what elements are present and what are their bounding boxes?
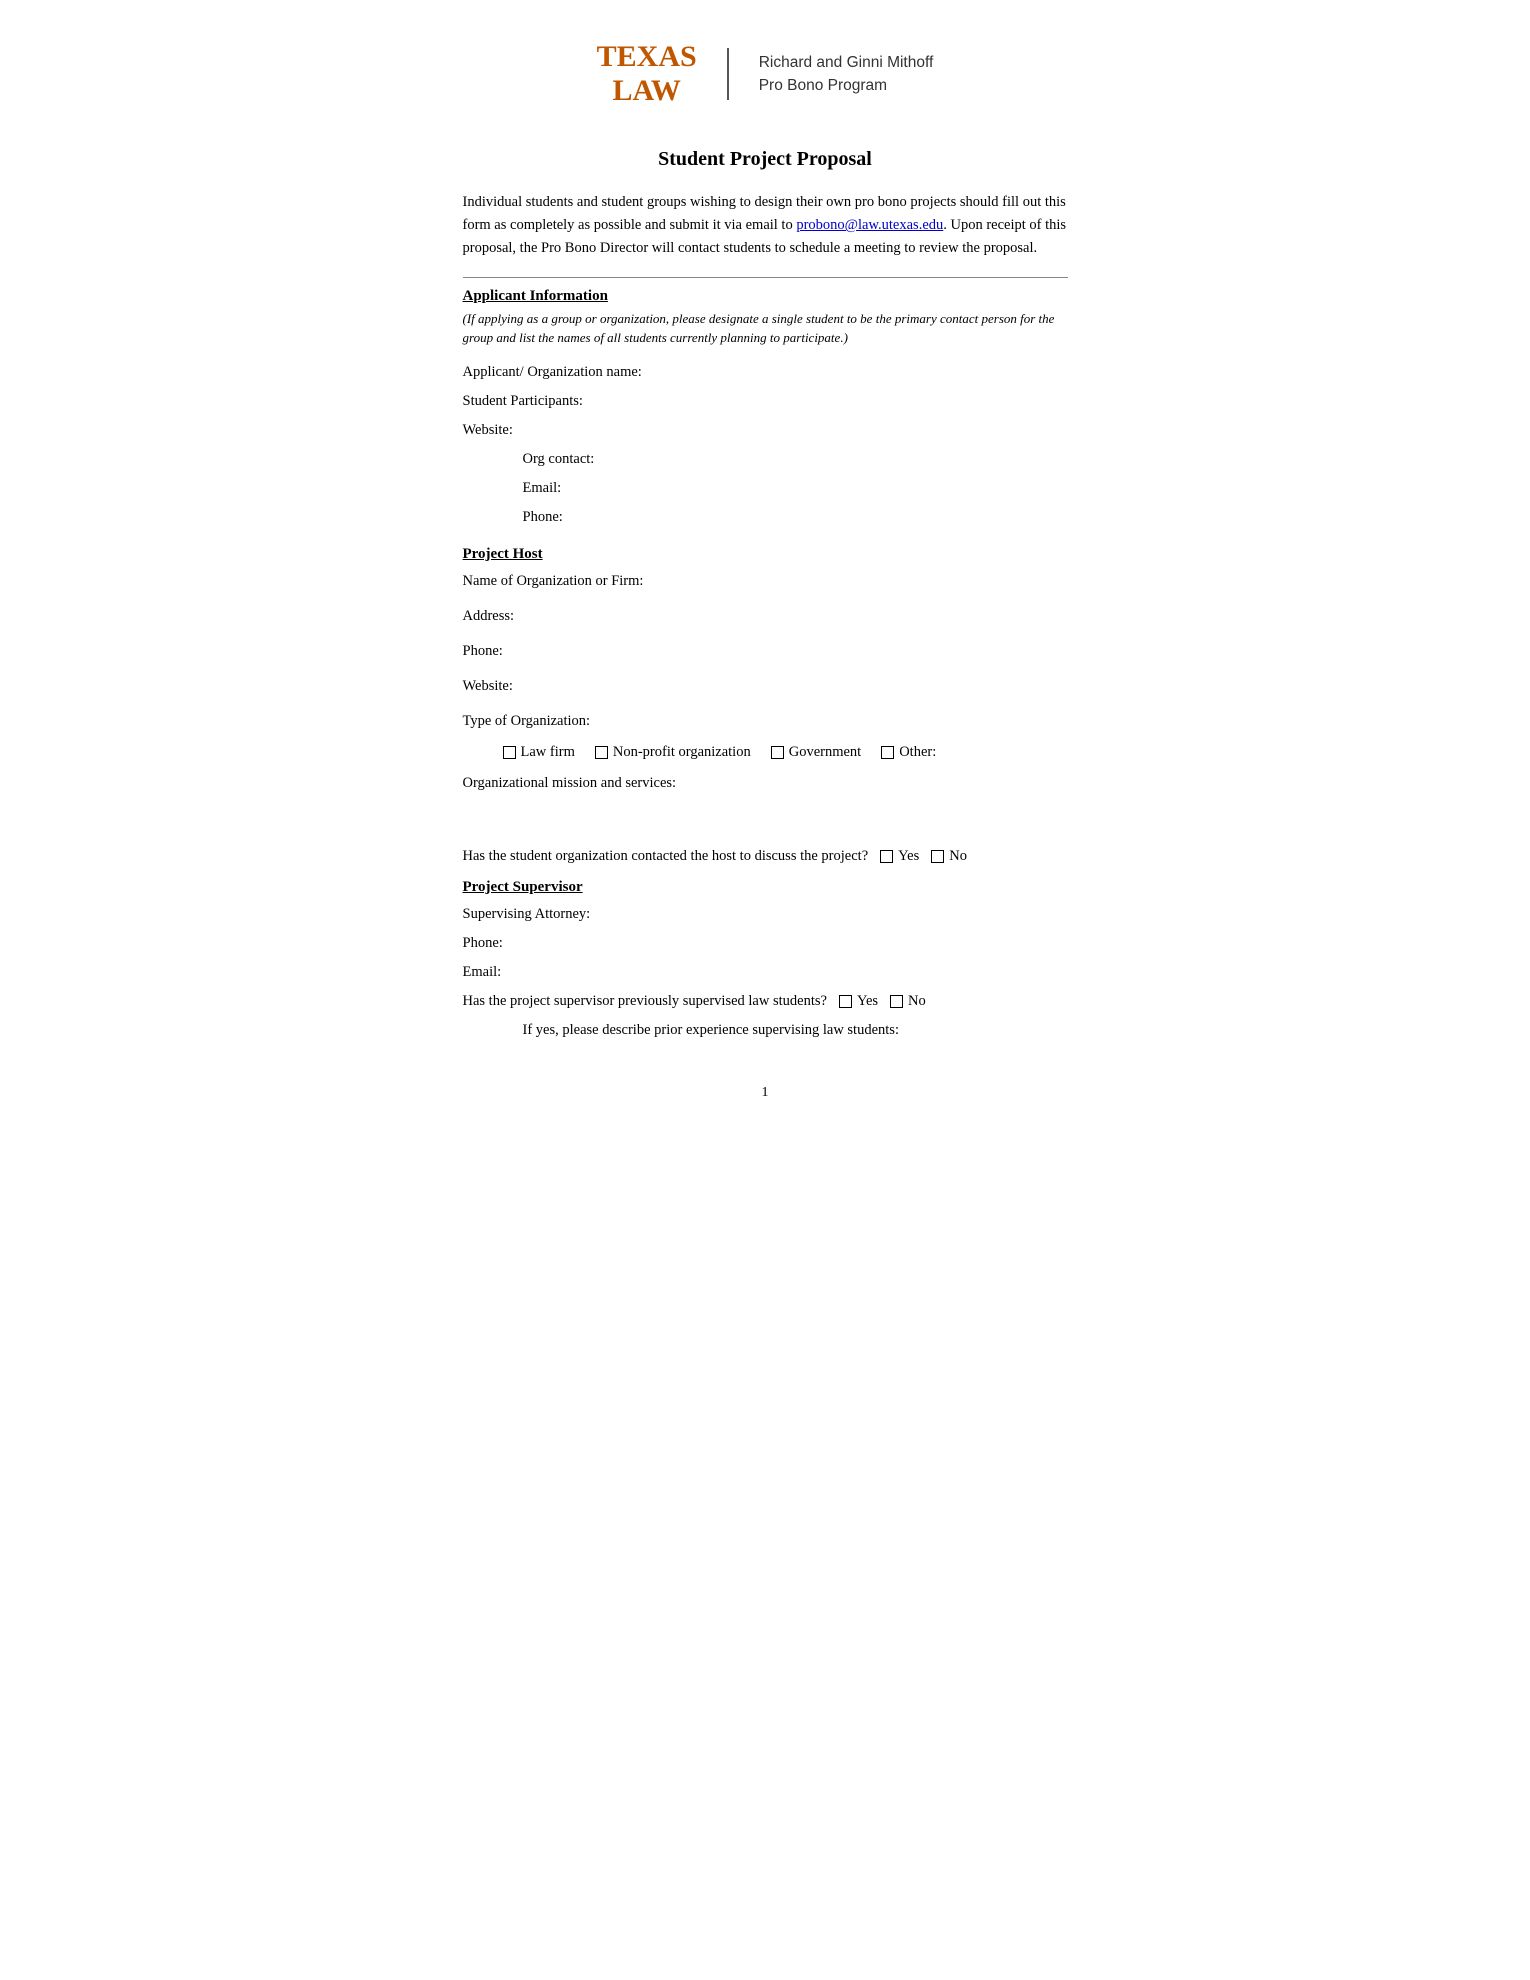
supervised-no-label: No bbox=[908, 987, 926, 1016]
contacted-no[interactable]: No bbox=[931, 848, 967, 865]
supervised-no[interactable]: No bbox=[890, 987, 926, 1016]
checkbox-law-firm-box[interactable] bbox=[503, 746, 516, 759]
applicant-subtext: (If applying as a group or organization,… bbox=[463, 309, 1068, 348]
project-supervisor-section: Project Supervisor Supervising Attorney:… bbox=[463, 879, 1068, 1045]
supervised-yes[interactable]: Yes bbox=[839, 987, 878, 1016]
checkbox-other-box[interactable] bbox=[881, 746, 894, 759]
contacted-yes-label: Yes bbox=[898, 848, 919, 865]
page-title: Student Project Proposal bbox=[463, 148, 1068, 171]
supervisor-field-attorney: Supervising Attorney: bbox=[463, 900, 1068, 929]
checkbox-law-firm[interactable]: Law firm bbox=[503, 744, 575, 761]
project-supervisor-heading: Project Supervisor bbox=[463, 879, 1068, 896]
program-line1: Richard and Ginni Mithoff bbox=[759, 51, 934, 74]
supervised-row: Has the project supervisor previously su… bbox=[463, 987, 1068, 1016]
applicant-heading: Applicant Information bbox=[463, 288, 1068, 305]
checkbox-other-label: Other: bbox=[899, 744, 936, 761]
checkbox-nonprofit-box[interactable] bbox=[595, 746, 608, 759]
contacted-yes[interactable]: Yes bbox=[880, 848, 919, 865]
contacted-no-label: No bbox=[949, 848, 967, 865]
checkbox-government-box[interactable] bbox=[771, 746, 784, 759]
host-field-address: Address: bbox=[463, 602, 1068, 631]
supervised-yes-box[interactable] bbox=[839, 995, 852, 1008]
checkbox-government-label: Government bbox=[789, 744, 861, 761]
contacted-row: Has the student organization contacted t… bbox=[463, 848, 1068, 865]
applicant-field-org-contact: Org contact: bbox=[463, 445, 1068, 474]
supervised-label: Has the project supervisor previously su… bbox=[463, 987, 827, 1016]
program-title: Richard and Ginni Mithoff Pro Bono Progr… bbox=[759, 51, 934, 98]
page-header: TEXAS LAW Richard and Ginni Mithoff Pro … bbox=[463, 40, 1068, 108]
applicant-field-org-name: Applicant/ Organization name: bbox=[463, 358, 1068, 387]
host-field-org-name: Name of Organization or Firm: bbox=[463, 567, 1068, 596]
applicant-field-email: Email: bbox=[463, 474, 1068, 503]
host-field-website: Website: bbox=[463, 672, 1068, 701]
contacted-no-box[interactable] bbox=[931, 850, 944, 863]
contacted-yes-box[interactable] bbox=[880, 850, 893, 863]
if-yes-label: If yes, please describe prior experience… bbox=[463, 1016, 1068, 1045]
logo-texas: TEXAS bbox=[597, 40, 697, 74]
header-divider bbox=[727, 48, 729, 100]
applicant-field-participants: Student Participants: bbox=[463, 387, 1068, 416]
intro-paragraph: Individual students and student groups w… bbox=[463, 191, 1068, 261]
section-divider bbox=[463, 277, 1068, 278]
project-host-heading: Project Host bbox=[463, 546, 1068, 563]
host-field-phone: Phone: bbox=[463, 637, 1068, 666]
checkbox-other[interactable]: Other: bbox=[881, 744, 936, 761]
document-page: TEXAS LAW Richard and Ginni Mithoff Pro … bbox=[383, 0, 1148, 1161]
program-line2: Pro Bono Program bbox=[759, 74, 934, 97]
project-host-section: Project Host Name of Organization or Fir… bbox=[463, 546, 1068, 865]
email-link[interactable]: probono@law.utexas.edu bbox=[796, 217, 943, 233]
logo-law: LAW bbox=[613, 74, 681, 107]
supervisor-field-email: Email: bbox=[463, 958, 1068, 987]
university-logo: TEXAS LAW bbox=[597, 40, 697, 108]
host-field-type: Type of Organization: bbox=[463, 707, 1068, 736]
checkbox-law-firm-label: Law firm bbox=[521, 744, 575, 761]
checkbox-government[interactable]: Government bbox=[771, 744, 861, 761]
checkbox-nonprofit[interactable]: Non-profit organization bbox=[595, 744, 751, 761]
applicant-section: Applicant Information (If applying as a … bbox=[463, 288, 1068, 532]
host-field-mission: Organizational mission and services: bbox=[463, 769, 1068, 798]
checkbox-nonprofit-label: Non-profit organization bbox=[613, 744, 751, 761]
applicant-field-phone: Phone: bbox=[463, 503, 1068, 532]
page-number: 1 bbox=[463, 1085, 1068, 1101]
supervised-yes-label: Yes bbox=[857, 987, 878, 1016]
applicant-field-website: Website: bbox=[463, 416, 1068, 445]
supervisor-field-phone: Phone: bbox=[463, 929, 1068, 958]
contacted-label: Has the student organization contacted t… bbox=[463, 848, 869, 865]
supervised-no-box[interactable] bbox=[890, 995, 903, 1008]
org-type-checkboxes: Law firm Non-profit organization Governm… bbox=[503, 744, 1068, 761]
